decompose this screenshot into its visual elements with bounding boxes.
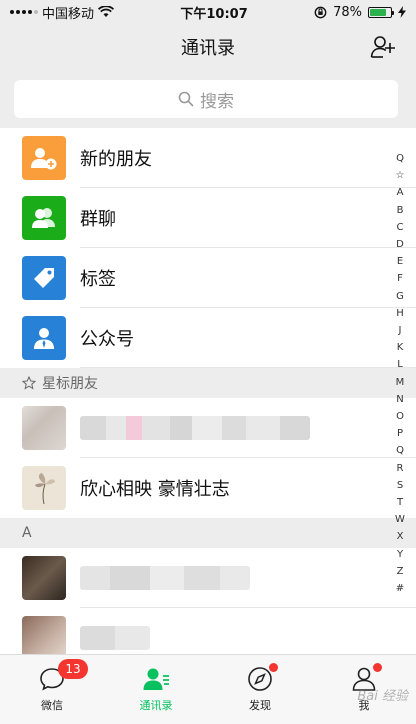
- index-letter[interactable]: W: [395, 511, 405, 528]
- index-letter[interactable]: G: [396, 288, 404, 305]
- avatar: [22, 616, 66, 654]
- index-letter[interactable]: N: [396, 391, 403, 408]
- contact-name-blurred: [80, 398, 416, 458]
- index-letter[interactable]: F: [397, 270, 403, 287]
- tab-contacts[interactable]: 通讯录: [104, 655, 208, 724]
- status-bar: 中国移动 下午10:07 78%: [0, 0, 416, 24]
- watermark: Bai 经验: [357, 689, 408, 704]
- index-letter[interactable]: Q: [396, 150, 404, 167]
- official-accounts-label: 公众号: [80, 308, 416, 368]
- index-letter[interactable]: H: [396, 305, 404, 322]
- alphabet-index[interactable]: Q ☆ A B C D E F G H J K L M N O P Q R S T W X Y Z #: [392, 150, 408, 597]
- tags-label: 标签: [80, 248, 416, 308]
- clock: 下午10:07: [180, 6, 248, 22]
- index-letter[interactable]: B: [397, 202, 404, 219]
- search-icon: [178, 91, 194, 107]
- group-chat-icon: [22, 196, 66, 240]
- official-accounts-item[interactable]: 公众号: [0, 308, 416, 368]
- index-letter[interactable]: ☆: [396, 167, 405, 184]
- unread-badge: 13: [58, 659, 88, 679]
- battery-icon: [368, 6, 394, 18]
- tab-chats-label: 微信: [41, 699, 63, 712]
- tag-icon: [22, 256, 66, 300]
- contact-row[interactable]: [0, 608, 416, 654]
- notification-dot: [269, 663, 278, 672]
- status-left: 中国移动: [10, 3, 115, 22]
- contact-name: 欣心相映 豪情壮志: [80, 479, 230, 500]
- official-account-icon: [22, 316, 66, 360]
- index-letter[interactable]: T: [397, 494, 403, 511]
- new-friends-item[interactable]: 新的朋友: [0, 128, 416, 188]
- starred-section-header: 星标朋友: [0, 368, 416, 398]
- contact-row[interactable]: [0, 398, 416, 458]
- contacts-icon: [142, 665, 170, 693]
- battery-percent: 78%: [333, 4, 362, 20]
- tab-discover-label: 发现: [249, 699, 271, 712]
- index-letter[interactable]: Y: [397, 546, 403, 563]
- index-letter[interactable]: P: [397, 425, 403, 442]
- contact-row[interactable]: 欣心相映 豪情壮志: [0, 458, 416, 518]
- index-letter[interactable]: M: [396, 374, 405, 391]
- status-right: 78%: [314, 5, 406, 20]
- compass-icon: [246, 663, 278, 693]
- contact-name-blurred: [80, 548, 416, 608]
- wifi-icon: [98, 6, 115, 17]
- group-chat-item[interactable]: 群聊: [0, 188, 416, 248]
- search-input[interactable]: 搜索: [14, 80, 398, 118]
- index-letter[interactable]: R: [397, 460, 404, 477]
- index-letter[interactable]: L: [397, 356, 403, 373]
- signal-icon: [10, 10, 38, 14]
- index-letter[interactable]: S: [397, 477, 403, 494]
- charging-icon: [398, 6, 406, 18]
- contact-row[interactable]: [0, 548, 416, 608]
- index-letter[interactable]: A: [397, 184, 404, 201]
- index-letter[interactable]: X: [397, 528, 404, 545]
- new-friends-label: 新的朋友: [80, 128, 416, 188]
- search-placeholder: 搜索: [200, 91, 234, 112]
- star-icon: [22, 376, 36, 390]
- tab-contacts-label: 通讯录: [139, 699, 173, 712]
- index-letter[interactable]: Z: [397, 563, 404, 580]
- contact-name-blurred: [80, 608, 416, 654]
- carrier-label: 中国移动: [42, 6, 95, 22]
- new-friends-icon: [22, 136, 66, 180]
- avatar: [22, 556, 66, 600]
- section-header-a: A: [0, 518, 416, 548]
- page-title: 通讯录: [181, 38, 235, 59]
- index-letter[interactable]: Q: [396, 442, 404, 459]
- contacts-list[interactable]: 新的朋友 群聊 标签 公众号 星标朋友 欣心相映 豪情壮志 A: [0, 128, 416, 654]
- add-contact-button[interactable]: [370, 34, 396, 60]
- nav-bar: 通讯录: [0, 24, 416, 70]
- chat-bubble-icon: 13: [38, 659, 88, 693]
- index-letter[interactable]: J: [399, 322, 402, 339]
- avatar: [22, 466, 66, 510]
- tags-item[interactable]: 标签: [0, 248, 416, 308]
- notification-dot: [373, 663, 382, 672]
- index-letter[interactable]: #: [396, 580, 404, 597]
- index-letter[interactable]: K: [397, 339, 404, 356]
- avatar: [22, 406, 66, 450]
- tab-discover[interactable]: 发现: [208, 655, 312, 724]
- group-chat-label: 群聊: [80, 188, 416, 248]
- orientation-lock-icon: [314, 6, 327, 18]
- search-area: 搜索: [0, 70, 416, 128]
- starred-header-label: 星标朋友: [42, 376, 98, 392]
- index-letter[interactable]: E: [397, 253, 403, 270]
- index-letter[interactable]: D: [396, 236, 404, 253]
- tab-chats[interactable]: 13 微信: [0, 655, 104, 724]
- index-letter[interactable]: O: [396, 408, 404, 425]
- tab-bar: 13 微信 通讯录 发现 我 Bai 经验: [0, 654, 416, 724]
- index-letter[interactable]: C: [397, 219, 404, 236]
- add-contact-icon: [370, 36, 395, 58]
- section-letter: A: [22, 525, 32, 541]
